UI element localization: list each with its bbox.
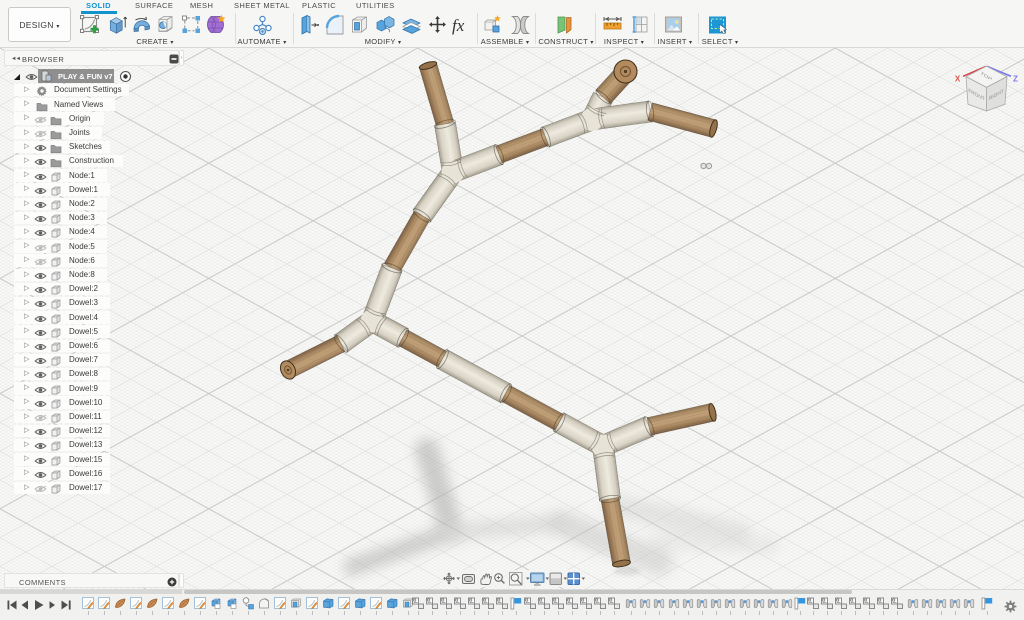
- svg-text:Z: Z: [1013, 75, 1018, 84]
- svg-text:fx: fx: [452, 16, 465, 35]
- svg-text:X: X: [955, 75, 961, 84]
